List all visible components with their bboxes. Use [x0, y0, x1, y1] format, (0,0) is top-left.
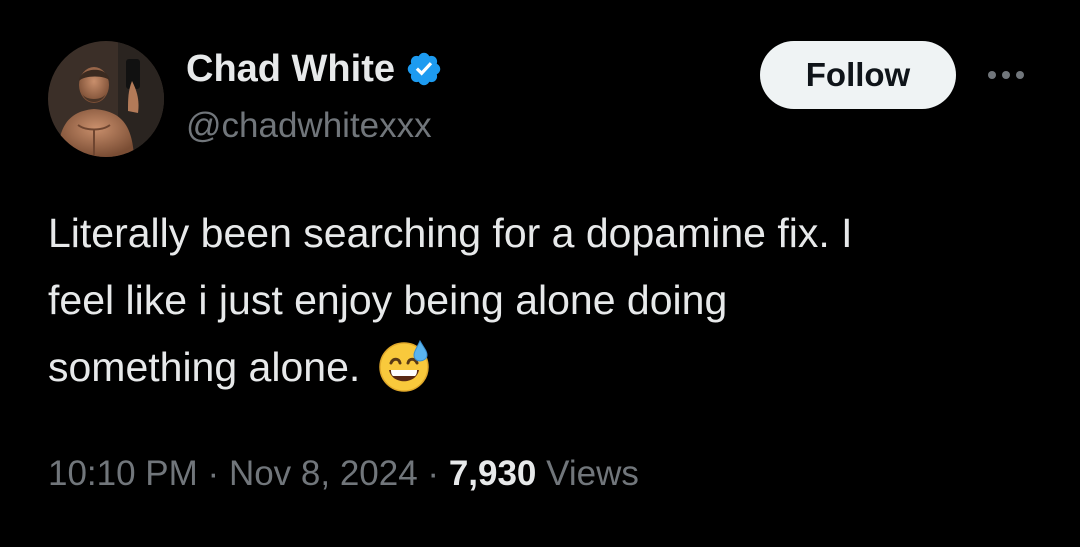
verified-badge-icon[interactable]	[405, 50, 443, 88]
tweet-time[interactable]: 10:10 PM	[48, 454, 198, 493]
tweet-text-line-1: Literally been searching for a dopamine …	[48, 210, 853, 256]
follow-button[interactable]: Follow	[760, 41, 956, 109]
tweet-text: Literally been searching for a dopamine …	[48, 200, 1038, 401]
tweet-date[interactable]: Nov 8, 2024	[229, 454, 418, 493]
display-name[interactable]: Chad White	[186, 46, 395, 92]
display-name-row: Chad White	[186, 46, 443, 92]
meta-separator: ·	[427, 454, 440, 493]
avatar[interactable]	[48, 41, 164, 157]
author-handle[interactable]: @chadwhitexxx	[186, 104, 432, 148]
meta-separator: ·	[207, 454, 220, 493]
tweet-card: Chad White @chadwhitexxx Follow Literall…	[0, 0, 1080, 547]
more-horizontal-icon[interactable]	[983, 60, 1029, 90]
avatar-photo	[48, 41, 164, 157]
views-label: Views	[546, 454, 639, 493]
tweet-text-line-2: feel like i just enjoy being alone doing	[48, 277, 728, 323]
grinning-face-with-sweat-icon	[376, 337, 432, 393]
tweet-text-line-3: something alone.	[48, 344, 361, 390]
views-count[interactable]: 7,930	[449, 454, 537, 493]
tweet-meta: 10:10 PM · Nov 8, 2024 · 7,930 Views	[48, 448, 639, 500]
